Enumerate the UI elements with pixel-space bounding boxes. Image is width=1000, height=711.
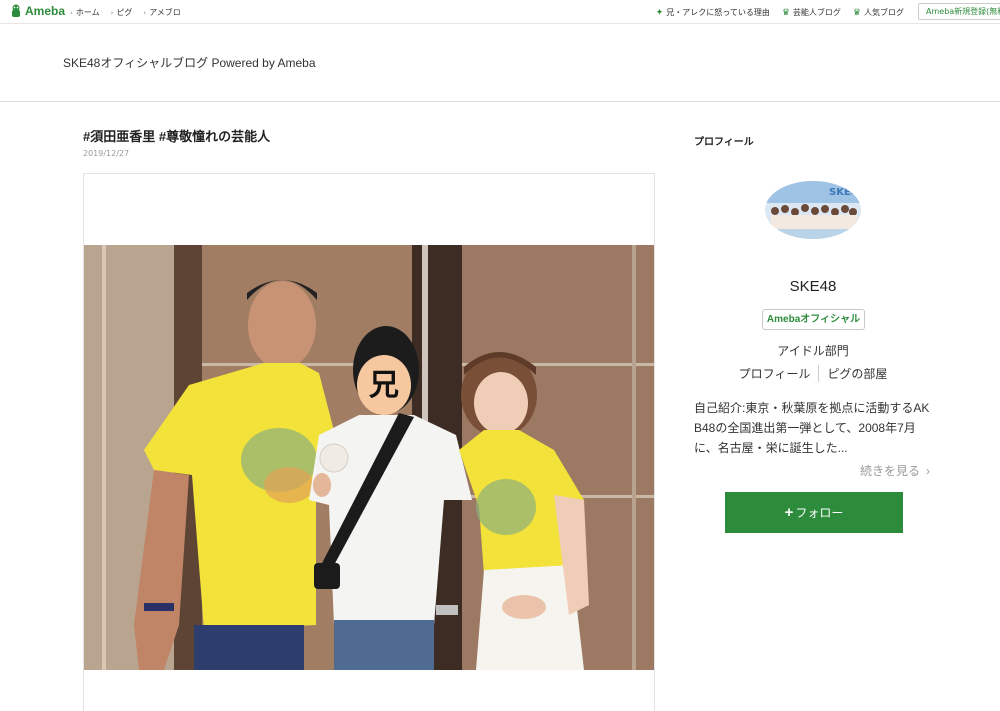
nav-pigg-label: ピグ [116, 8, 133, 17]
follow-button[interactable]: + フォロー [725, 492, 903, 533]
nav-ameblo-label: アメブロ [149, 8, 181, 17]
sparkle-icon: ✦ [655, 7, 664, 18]
chevron-right-icon: › [70, 8, 73, 17]
read-more-label: 続きを見る [859, 464, 920, 478]
profile-links: プロフィール ピグの部屋 [690, 365, 936, 382]
ameba-logo[interactable]: Ameba [10, 4, 65, 18]
ameba-logo-icon [12, 4, 20, 17]
chevron-right-icon: › [926, 463, 930, 478]
article-photo[interactable]: 兄 [84, 245, 654, 670]
photo-illustration: 兄 [84, 245, 654, 670]
pigg-room-link[interactable]: ピグの部屋 [818, 365, 895, 382]
article-date: 2019/12/27 [83, 149, 130, 158]
logo-text: Ameba [25, 4, 66, 18]
profile-name[interactable]: SKE48 [690, 278, 936, 295]
genre-link[interactable]: アイドル部門 [690, 342, 936, 359]
read-more-link[interactable]: 続きを見る › [860, 462, 930, 479]
follow-label: フォロー [795, 506, 844, 520]
profile-intro: 自己紹介:東京・秋葉原を拠点に活動するAKB48の全国進出第一弾として、2008… [694, 401, 930, 455]
official-badge[interactable]: Amebaオフィシャル [762, 309, 865, 330]
chevron-right-icon: › [110, 8, 114, 17]
nav-home-label: ホーム [75, 8, 100, 17]
profile-sidebar: SKE48 Amebaオフィシャル アイドル部門 プロフィール ピグの部屋 自己… [690, 0, 936, 711]
nav-ameblo[interactable]: › アメブロ [143, 7, 180, 18]
chevron-right-icon: › [143, 8, 147, 17]
article-title[interactable]: #須田亜香里 #尊敬憧れの芸能人 [83, 126, 270, 145]
profile-link[interactable]: プロフィール [731, 365, 819, 382]
nav-pigg[interactable]: › ピグ [111, 7, 133, 18]
nav-home[interactable]: › ホーム [70, 7, 100, 18]
blog-title[interactable]: SKE48オフィシャルブログ Powered by Ameba [63, 54, 316, 71]
face-cover-label: 兄 [369, 368, 399, 403]
plus-icon: + [784, 504, 794, 521]
